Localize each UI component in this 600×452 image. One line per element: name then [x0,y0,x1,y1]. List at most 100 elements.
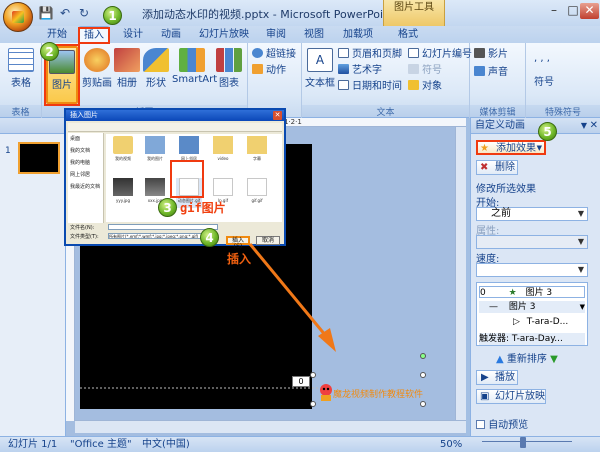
place-recent[interactable]: 我最近的文档 [68,181,103,193]
slide-number-icon [408,48,419,58]
header-footer-button[interactable]: 页眉和页脚 [338,47,402,62]
dialog-toolbar[interactable] [68,123,282,132]
effect-row[interactable]: 0 ★ 图片 3 [479,286,585,298]
horizontal-scrollbar[interactable] [75,420,466,433]
mascot-image[interactable] [316,382,336,402]
place-desktop[interactable]: 桌面 [68,133,103,145]
wordart-button[interactable]: 艺术字 [338,63,382,78]
resize-handle-bl[interactable] [310,401,316,407]
place-my-documents[interactable]: 我的文档 [68,145,103,157]
tab-slideshow[interactable]: 幻灯片放映 [196,26,252,43]
add-effect-button[interactable]: ★ 添加效果 ▼ [476,140,546,155]
property-select: ▼ [476,235,588,249]
file-item[interactable]: 字幕 [244,136,270,166]
effect-row[interactable]: — 图片 3 ▼ [479,301,585,313]
action-button[interactable]: 动作 [252,63,286,78]
dialog-close-button[interactable]: ✕ [273,111,282,120]
undo-icon[interactable]: ↶ [57,5,73,21]
watermark-text[interactable]: 魔龙视频制作教程软件 [333,387,423,400]
ruler-readout: 1·2·1 [284,118,302,126]
sound-button[interactable]: 声音 [474,65,508,80]
slideshow-icon: ▣ [480,391,490,402]
folder-icon [213,136,233,154]
chart-icon [216,48,242,72]
album-icon [114,48,140,72]
tab-home[interactable]: 开始 [42,26,72,43]
dropdown-icon[interactable]: ▼ [581,118,587,134]
smartart-button[interactable]: SmartArt [172,46,217,102]
datetime-button[interactable]: 日期和时间 [338,79,402,94]
file-item[interactable]: yyy.jpg [110,178,136,208]
close-button[interactable]: ✕ [580,3,599,19]
object-button[interactable]: 对象 [408,79,442,94]
resize-handle-tl[interactable] [310,372,316,378]
shapes-button[interactable]: 形状 [142,46,170,102]
textbox-button[interactable]: A 文本框 [304,46,336,102]
file-item[interactable]: 我的视频 [110,136,136,166]
gif-annotation-label: gif图片 [180,201,226,215]
save-icon[interactable]: 💾 [38,5,54,21]
tab-review[interactable]: 审阅 [262,26,290,43]
place-network[interactable]: 网上邻居 [68,169,103,181]
redo-icon[interactable]: ↻ [76,5,92,21]
start-select[interactable]: 之前 ▼ [476,207,588,221]
slide-thumbnail[interactable] [18,142,60,174]
file-item[interactable]: 我的图片 [142,136,168,166]
file-item[interactable]: video [210,136,236,166]
clipart-button[interactable]: 剪贴画 [80,46,114,102]
autopreview-checkbox[interactable]: 自动预览 [476,416,528,431]
slideshow-button[interactable]: ▣ 幻灯片放映 [476,389,546,404]
quick-access-toolbar: 💾 ↶ ↻ [38,5,92,21]
status-language: 中文(中国) [142,439,190,450]
arrow-up-icon[interactable]: ▲ [496,354,504,365]
tab-addins[interactable]: 加载项 [338,26,378,43]
effect-row[interactable]: ▷ T-ara-D... [479,316,585,328]
slide-number-button[interactable]: 幻灯片编号 [408,47,472,62]
slides-pane-tabs[interactable] [0,118,66,134]
highlight-insert-tab [78,27,110,44]
symbol-button-text[interactable]: 符号 [408,63,442,78]
chevron-down-icon: ▼ [577,209,585,218]
insert-annotation-label: 插入 [227,252,252,266]
speed-select[interactable]: ▼ [476,263,588,277]
arrow-down-icon[interactable]: ▼ [550,354,558,365]
zoom-slider-thumb[interactable] [520,437,526,448]
dash-icon: — [489,302,498,312]
slides-pane: 1 [0,118,66,436]
rotate-handle[interactable] [420,353,426,359]
tab-animations[interactable]: 动画 [156,26,186,43]
trigger-row[interactable]: 触发器: T-ara-Day... [479,333,585,345]
zoom-slider[interactable] [482,441,572,447]
reorder-control[interactable]: ▲ 重新排序 ▼ [496,350,558,365]
close-icon[interactable]: ✕ [590,118,598,134]
header-footer-icon [338,48,349,58]
group-text: A 文本框 页眉和页脚 艺术字 日期和时间 幻灯片编号 符号 对象 文本 [302,43,472,118]
shapes-icon [143,48,169,72]
page-number-box[interactable]: 0 [292,376,310,387]
hyperlink-button[interactable]: 超链接 [252,47,296,62]
movie-button[interactable]: 影片 [474,47,508,62]
step-callout-5: 5 [538,122,557,141]
special-symbol-button[interactable]: 符号 [534,75,554,90]
file-item[interactable]: gif.gif [244,178,270,208]
place-my-computer[interactable]: 我的电脑 [68,157,103,169]
remove-effect-button[interactable]: ✖ 删除 [476,160,518,175]
chart-button[interactable]: 图表 [214,46,244,102]
special-punct-button[interactable]: , , , [534,51,550,66]
table-icon [8,48,34,72]
minimize-button[interactable]: – [544,3,564,19]
tab-design[interactable]: 设计 [118,26,148,43]
tab-format[interactable]: 格式 [388,26,428,43]
office-button[interactable] [3,2,33,32]
checkbox-icon[interactable] [476,420,485,429]
vertical-scrollbar[interactable] [455,127,466,420]
filename-input[interactable] [108,224,218,230]
gif-thumb-icon [247,178,267,196]
picture-tools-context-title: 图片工具 [383,0,445,26]
play-button[interactable]: ▶ 播放 [476,370,518,385]
tab-view[interactable]: 视图 [300,26,328,43]
album-button[interactable]: 相册 [114,46,140,102]
table-button[interactable]: 表格 [4,46,38,102]
resize-handle-tr[interactable] [420,372,426,378]
resize-handle-br[interactable] [420,401,426,407]
